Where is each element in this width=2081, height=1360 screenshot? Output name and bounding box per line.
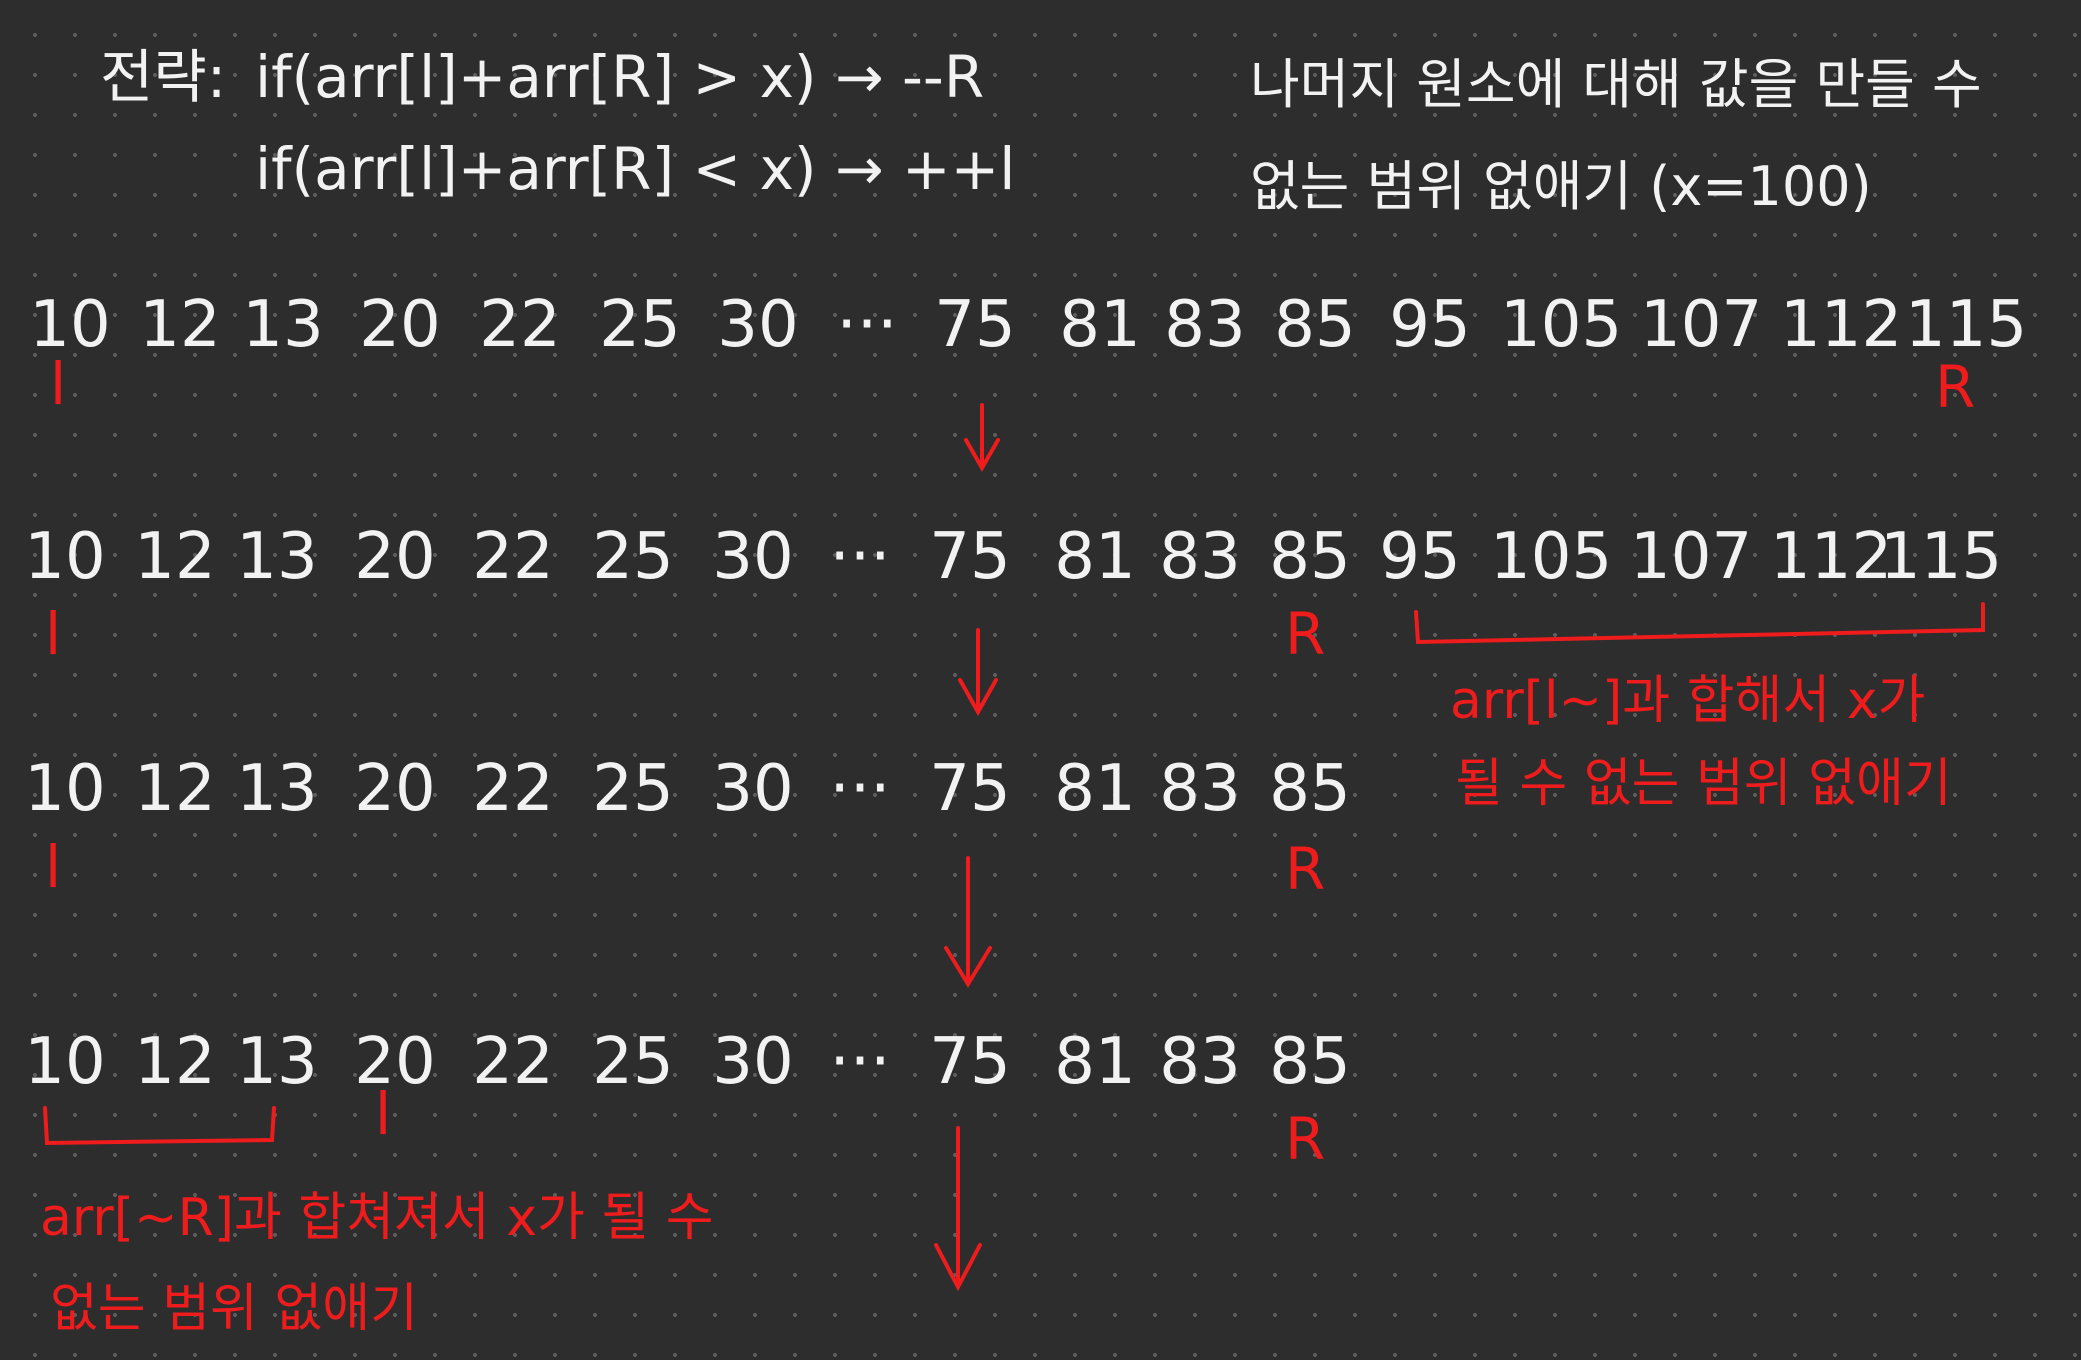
bracket-right-range	[1414, 602, 1985, 645]
down-arrow-3	[944, 856, 992, 988]
down-arrow-2	[958, 628, 998, 717]
bracket-left-range	[43, 1106, 276, 1146]
down-arrow-1	[964, 403, 1000, 473]
drawing-overlay	[43, 403, 1985, 1292]
down-arrow-4	[934, 1126, 982, 1292]
